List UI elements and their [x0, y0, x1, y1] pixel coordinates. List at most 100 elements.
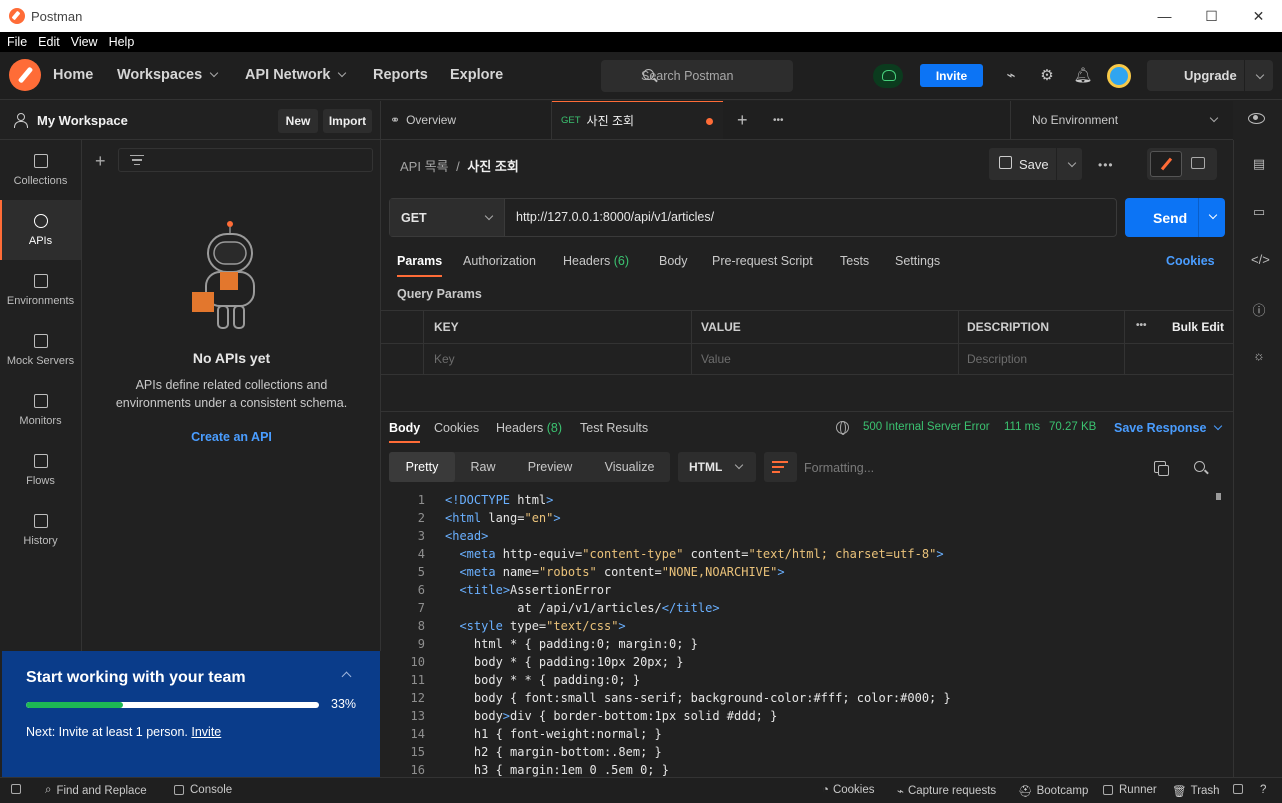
format-selector[interactable]: HTML — [678, 452, 756, 482]
search-input[interactable]: Search Postman — [601, 60, 793, 92]
toggle-sidebar-icon[interactable] — [11, 784, 27, 794]
view-preview[interactable]: Preview — [511, 452, 589, 482]
save-response-button[interactable]: Save Response — [1114, 421, 1223, 435]
nav-explore[interactable]: Explore — [450, 67, 503, 83]
code-snippet-icon[interactable]: </> — [1251, 252, 1270, 268]
sidebar-item-mock-servers[interactable]: Mock Servers — [0, 320, 81, 380]
tab-body[interactable]: Body — [659, 254, 688, 268]
url-input[interactable]: http://127.0.0.1:8000/api/v1/articles/ — [516, 210, 714, 224]
nav-workspaces[interactable]: Workspaces — [117, 67, 219, 83]
info-icon[interactable]: ⓘ — [1251, 300, 1267, 318]
tabs-more-button[interactable]: ••• — [773, 101, 784, 139]
code-scrollbar[interactable] — [1216, 493, 1221, 500]
sidebar-item-history[interactable]: History — [0, 500, 81, 560]
tab-params[interactable]: Params — [397, 254, 443, 277]
sync-status-icon[interactable] — [873, 64, 903, 88]
tab-active-request[interactable]: GET 사진 조회 — [552, 101, 723, 139]
chevron-down-icon[interactable] — [1067, 158, 1077, 168]
new-button[interactable]: New — [278, 109, 318, 133]
menu-view[interactable]: View — [71, 35, 98, 49]
description-input[interactable]: Description — [967, 352, 1027, 366]
copy-icon[interactable] — [1154, 461, 1169, 476]
save-button[interactable]: Save — [989, 148, 1082, 180]
create-api-link[interactable]: Create an API — [82, 430, 381, 444]
menu-help[interactable]: Help — [109, 35, 135, 49]
settings-gear-icon[interactable]: ⚙ — [1038, 66, 1056, 84]
response-tab-cookies[interactable]: Cookies — [434, 421, 479, 435]
search-icon[interactable] — [1194, 461, 1205, 472]
sidebar-item-monitors[interactable]: Monitors — [0, 380, 81, 440]
comments-icon[interactable]: ▭ — [1251, 204, 1267, 220]
nav-reports[interactable]: Reports — [373, 67, 428, 83]
params-more-icon[interactable]: ••• — [1136, 320, 1147, 331]
method-selector[interactable]: GET — [390, 199, 505, 236]
team-invite-link[interactable]: Invite — [191, 725, 221, 739]
documentation-icon[interactable]: ▤ — [1251, 156, 1267, 172]
view-raw[interactable]: Raw — [455, 452, 511, 482]
close-button[interactable]: ✕ — [1235, 0, 1282, 32]
comment-icon[interactable] — [1191, 157, 1205, 169]
nav-api-network[interactable]: API Network — [245, 67, 347, 83]
response-time[interactable]: 111 ms — [1004, 421, 1040, 433]
cookies-button[interactable]: ◔ Cookies — [822, 784, 875, 796]
sidebar-item-flows[interactable]: Flows — [0, 440, 81, 500]
environment-quick-look-eye-icon[interactable] — [1248, 113, 1265, 124]
user-avatar[interactable] — [1107, 64, 1131, 88]
tab-overview[interactable]: ⚭ Overview — [381, 101, 552, 139]
tab-tests[interactable]: Tests — [840, 254, 869, 268]
tab-pre-request-script[interactable]: Pre-request Script — [712, 254, 813, 268]
add-api-icon[interactable]: + — [95, 151, 106, 172]
notification-bell-icon[interactable]: 🔔︎ — [1073, 66, 1092, 84]
view-visualize[interactable]: Visualize — [589, 452, 670, 482]
request-response-divider[interactable] — [381, 411, 1233, 412]
console-button[interactable]: Console — [174, 784, 232, 796]
workspace-title[interactable]: My Workspace — [37, 113, 128, 128]
tab-headers[interactable]: Headers (6) — [563, 254, 629, 268]
response-tab-body[interactable]: Body — [389, 421, 421, 443]
tab-settings[interactable]: Settings — [895, 254, 940, 268]
response-status[interactable]: 500 Internal Server Error — [863, 421, 990, 433]
view-pretty[interactable]: Pretty — [389, 452, 455, 482]
chevron-down-icon[interactable] — [1255, 70, 1265, 80]
sidebar-item-apis[interactable]: APIs — [0, 200, 81, 260]
tab-authorization[interactable]: Authorization — [463, 254, 536, 268]
bootcamp-button[interactable]: ⛑︎ Bootcamp — [1018, 784, 1088, 798]
request-more-icon[interactable]: ••• — [1098, 158, 1114, 172]
response-body-code[interactable]: 1 <!DOCTYPE html> 2 <html lang="en"> 3 <head>… — [389, 493, 1209, 777]
new-tab-button[interactable]: + — [737, 101, 748, 139]
cookies-link[interactable]: Cookies — [1166, 254, 1215, 268]
value-input[interactable]: Value — [701, 352, 731, 366]
globe-icon[interactable] — [836, 421, 849, 435]
edit-pencil-icon[interactable] — [1150, 151, 1182, 177]
capture-requests-button[interactable]: ⌁ Capture requests — [897, 784, 996, 798]
chevron-up-icon[interactable] — [341, 671, 352, 682]
trash-button[interactable]: 🗑︎ Trash — [1172, 784, 1220, 798]
sidebar-item-environments[interactable]: Environments — [0, 260, 81, 320]
two-pane-view-icon[interactable] — [1233, 784, 1249, 794]
runner-button[interactable]: Runner — [1103, 784, 1157, 796]
nav-home[interactable]: Home — [53, 67, 93, 83]
chevron-down-icon[interactable] — [1208, 210, 1218, 220]
key-input[interactable]: Key — [434, 352, 455, 366]
sidebar-item-collections[interactable]: Collections — [0, 140, 81, 200]
postman-logo-icon[interactable] — [9, 59, 41, 91]
response-size[interactable]: 70.27 KB — [1049, 421, 1096, 433]
minimize-button[interactable]: — — [1141, 0, 1188, 32]
maximize-button[interactable]: ☐ — [1188, 0, 1235, 32]
menu-edit[interactable]: Edit — [38, 35, 60, 49]
wrap-lines-icon[interactable] — [764, 452, 797, 482]
upgrade-button[interactable]: Upgrade — [1147, 60, 1273, 91]
import-button[interactable]: Import — [323, 109, 372, 133]
send-button[interactable]: Send — [1125, 198, 1225, 237]
invite-button[interactable]: Invite — [920, 64, 983, 87]
help-icon[interactable]: ? — [1260, 784, 1266, 796]
response-tab-headers[interactable]: Headers (8) — [496, 421, 562, 435]
find-replace-button[interactable]: ⌕ Find and Replace — [45, 784, 147, 797]
satellite-icon[interactable]: ⌁ — [1002, 66, 1020, 84]
environment-selector[interactable]: No Environment — [1010, 101, 1233, 139]
lightbulb-icon[interactable]: ☼ — [1251, 348, 1267, 364]
bulk-edit-button[interactable]: Bulk Edit — [1172, 320, 1224, 334]
filter-input[interactable] — [118, 148, 373, 172]
response-tab-test-results[interactable]: Test Results — [580, 421, 648, 435]
breadcrumb-parent[interactable]: API 목록 — [400, 159, 449, 174]
